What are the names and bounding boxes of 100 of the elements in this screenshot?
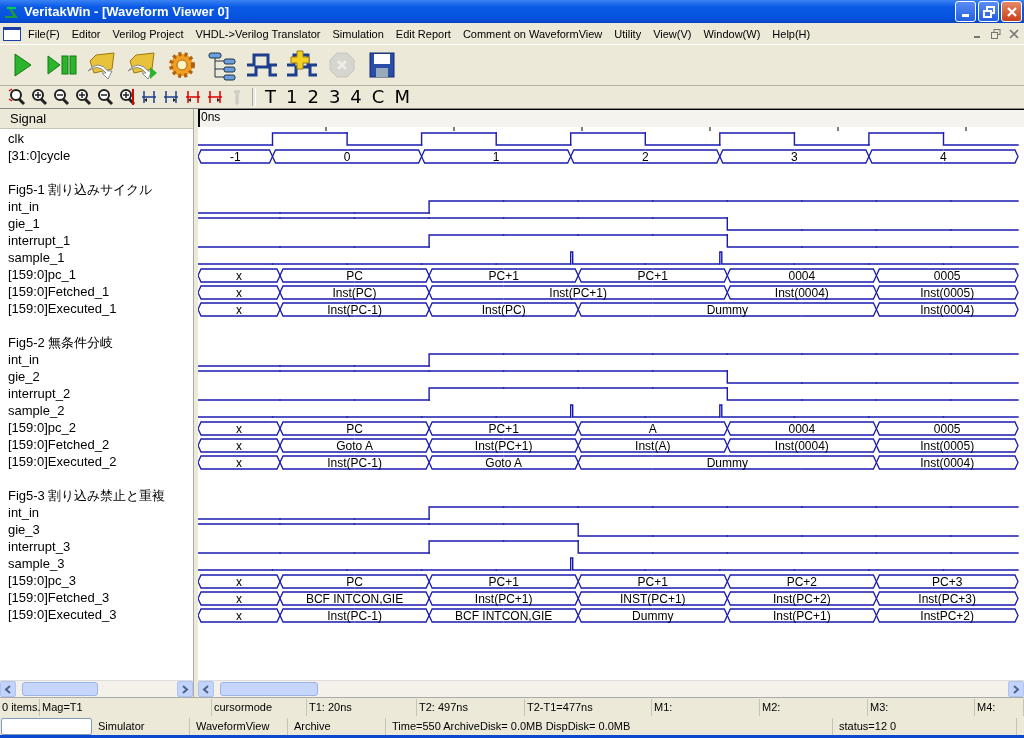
menu-item[interactable]: Utility xyxy=(608,27,648,40)
bus-value: PC xyxy=(346,422,363,436)
bus-value: -1 xyxy=(229,150,241,164)
signal-name[interactable]: int_in xyxy=(8,199,40,214)
bus-value: Inst(PC-1) xyxy=(327,456,382,470)
menu-item[interactable]: Editor xyxy=(65,27,107,40)
bus-value: 0004 xyxy=(788,269,816,283)
signal-name[interactable]: [159:0]pc_2 xyxy=(8,420,76,435)
bus-value: Inst(0005) xyxy=(920,439,975,453)
group-title: Fig5-2 無条件分岐 xyxy=(8,335,114,350)
restore-icon[interactable] xyxy=(990,27,1002,40)
signal-name[interactable]: [159:0]pc_3 xyxy=(8,573,76,588)
scroll-left-button[interactable] xyxy=(0,681,16,697)
menu-item[interactable]: View(V) xyxy=(647,27,698,40)
menu-item[interactable]: Verilog Project xyxy=(106,27,190,40)
bus-value: Inst(0005) xyxy=(920,286,975,300)
bus-value: Inst(0004) xyxy=(920,456,975,470)
close-icon xyxy=(1005,5,1018,18)
toolbar-button[interactable]: 4 xyxy=(345,87,367,107)
signal-name[interactable]: [159:0]Fetched_1 xyxy=(8,284,110,299)
signal-name[interactable]: interrupt_1 xyxy=(8,233,71,248)
menu-item[interactable]: File(F) xyxy=(22,27,66,40)
bus-value: A xyxy=(648,422,657,436)
bus-value: x xyxy=(236,303,242,317)
signal-name[interactable]: int_in xyxy=(8,505,40,520)
window-title: VeritakWin - [Waveform Viewer 0] xyxy=(24,4,230,19)
input-field[interactable] xyxy=(1,717,92,735)
signal-name[interactable]: interrupt_2 xyxy=(8,386,71,401)
bus-value: x xyxy=(236,422,242,436)
bus-value: 4 xyxy=(940,150,947,164)
status-field: Simulator xyxy=(92,717,190,735)
scrollbar[interactable] xyxy=(198,680,1024,697)
toolbar-button[interactable]: 2 xyxy=(302,87,324,107)
restore-button[interactable] xyxy=(978,1,999,22)
close-icon[interactable] xyxy=(1008,27,1020,40)
signal-name[interactable]: gie_3 xyxy=(8,522,40,537)
zoom-fit-icon[interactable] xyxy=(6,87,28,107)
signal-name[interactable]: [31:0]cycle xyxy=(8,148,71,163)
menu-item[interactable]: Help(H) xyxy=(766,27,817,40)
column-header: Signal xyxy=(0,109,193,129)
status-field: T2: 497ns xyxy=(417,699,525,716)
signal-name[interactable]: [159:0]Executed_3 xyxy=(8,607,117,622)
bus-value: x xyxy=(236,456,242,470)
signal-name[interactable]: [159:0]Fetched_2 xyxy=(8,437,110,452)
toolbar-button[interactable]: M xyxy=(389,87,415,107)
bus-value: Inst(PC) xyxy=(332,286,377,300)
bus-value: x xyxy=(236,439,242,453)
bus-value: 0005 xyxy=(933,269,961,283)
bus-value: PC xyxy=(346,575,363,589)
signal-name[interactable]: sample_2 xyxy=(8,403,65,418)
bus-value: 3 xyxy=(791,150,798,164)
status-field: M2: xyxy=(760,699,868,716)
status-field: T1: 20ns xyxy=(307,699,417,716)
bus-value: Inst(PC+1) xyxy=(474,439,533,453)
bus-value: Inst(PC-1) xyxy=(327,609,382,623)
toolbar-button[interactable]: 3 xyxy=(323,87,346,107)
signal-name[interactable]: gie_2 xyxy=(8,369,40,384)
status-field: 0 items. xyxy=(0,699,40,716)
menu-item[interactable]: Window(W) xyxy=(697,27,767,40)
signal-name[interactable]: interrupt_3 xyxy=(8,539,71,554)
scroll-right-button[interactable] xyxy=(1008,681,1024,697)
scrollbar[interactable] xyxy=(0,680,193,697)
menu-item[interactable]: VHDL->Verilog Translator xyxy=(189,27,327,40)
signal-name[interactable]: gie_1 xyxy=(8,216,40,231)
bus-value: Goto A xyxy=(336,439,373,453)
status-field: M3: xyxy=(868,699,975,716)
status-field: Mag=T1 xyxy=(40,699,212,716)
menu-item[interactable]: Simulation xyxy=(326,27,390,40)
bus-value: Goto A xyxy=(485,456,522,470)
signal-name[interactable]: sample_3 xyxy=(8,556,65,571)
status-field: WaveformView xyxy=(190,717,288,735)
toolbar-button[interactable]: 1 xyxy=(281,87,303,107)
minimize-button[interactable] xyxy=(955,1,976,22)
group-title: Fig5-3 割り込み禁止と重複 xyxy=(8,488,166,503)
signal-name[interactable]: clk xyxy=(8,131,24,146)
toolbar-button[interactable]: T xyxy=(260,87,281,107)
scroll-left-button[interactable] xyxy=(198,681,214,697)
scroll-thumb[interactable] xyxy=(22,682,98,696)
arrow-left-icon xyxy=(202,684,210,694)
app-icon xyxy=(4,3,20,20)
scroll-right-button[interactable] xyxy=(177,681,193,697)
signal-name[interactable]: [159:0]Executed_1 xyxy=(8,301,117,316)
signal-name[interactable]: int_in xyxy=(8,352,40,367)
signal-name[interactable]: [159:0]Fetched_3 xyxy=(8,590,110,605)
close-button[interactable] xyxy=(1001,1,1022,22)
bus-value: x xyxy=(236,575,242,589)
scroll-thumb[interactable] xyxy=(220,682,318,696)
arrow-left-icon xyxy=(4,684,12,694)
bus-value: Inst(0004) xyxy=(920,303,975,317)
group-title: Fig5-1 割り込みサイクル xyxy=(8,182,153,197)
toolbar-button[interactable]: C xyxy=(366,87,390,107)
bus-value: PC+1 xyxy=(488,575,519,589)
menu-item[interactable]: Edit Report xyxy=(389,27,457,40)
signal-name[interactable]: [159:0]pc_1 xyxy=(8,267,76,282)
bus-value: Dummy xyxy=(632,609,674,623)
menu-item[interactable]: Comment on WaveformView xyxy=(456,27,609,40)
signal-name[interactable]: [159:0]Executed_2 xyxy=(8,454,117,469)
bus-value: PC+1 xyxy=(488,422,519,436)
signal-name[interactable]: sample_1 xyxy=(8,250,65,265)
status-field: M1: xyxy=(652,699,760,716)
